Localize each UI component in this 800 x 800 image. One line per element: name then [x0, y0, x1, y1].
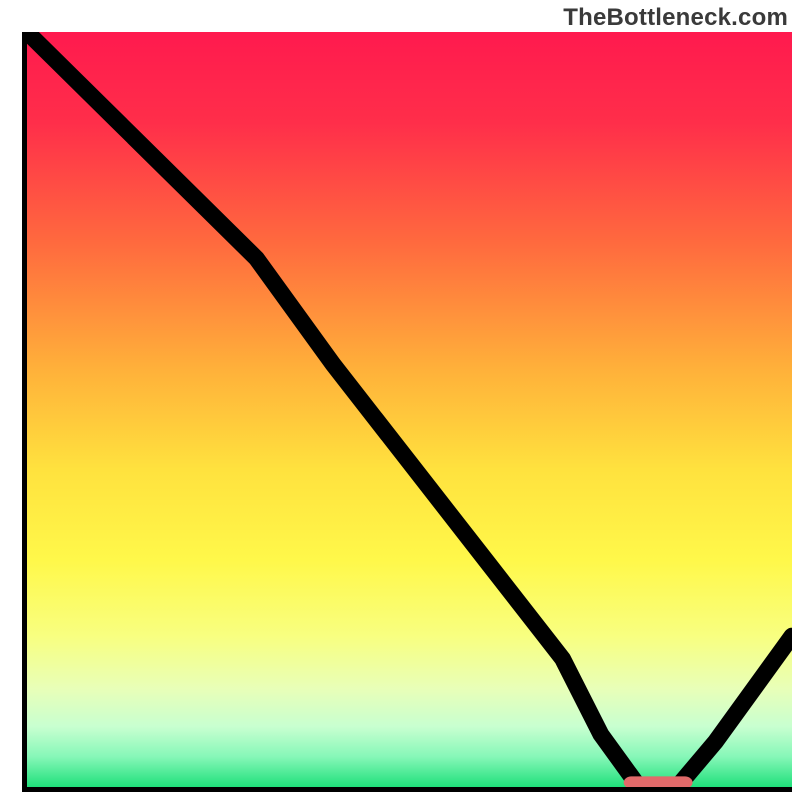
chart-container: TheBottleneck.com [0, 0, 800, 800]
chart-overlay [27, 32, 792, 787]
plot-frame [22, 32, 792, 792]
bottleneck-curve [27, 32, 792, 787]
watermark-text: TheBottleneck.com [563, 4, 788, 32]
optimal-marker [624, 776, 693, 787]
